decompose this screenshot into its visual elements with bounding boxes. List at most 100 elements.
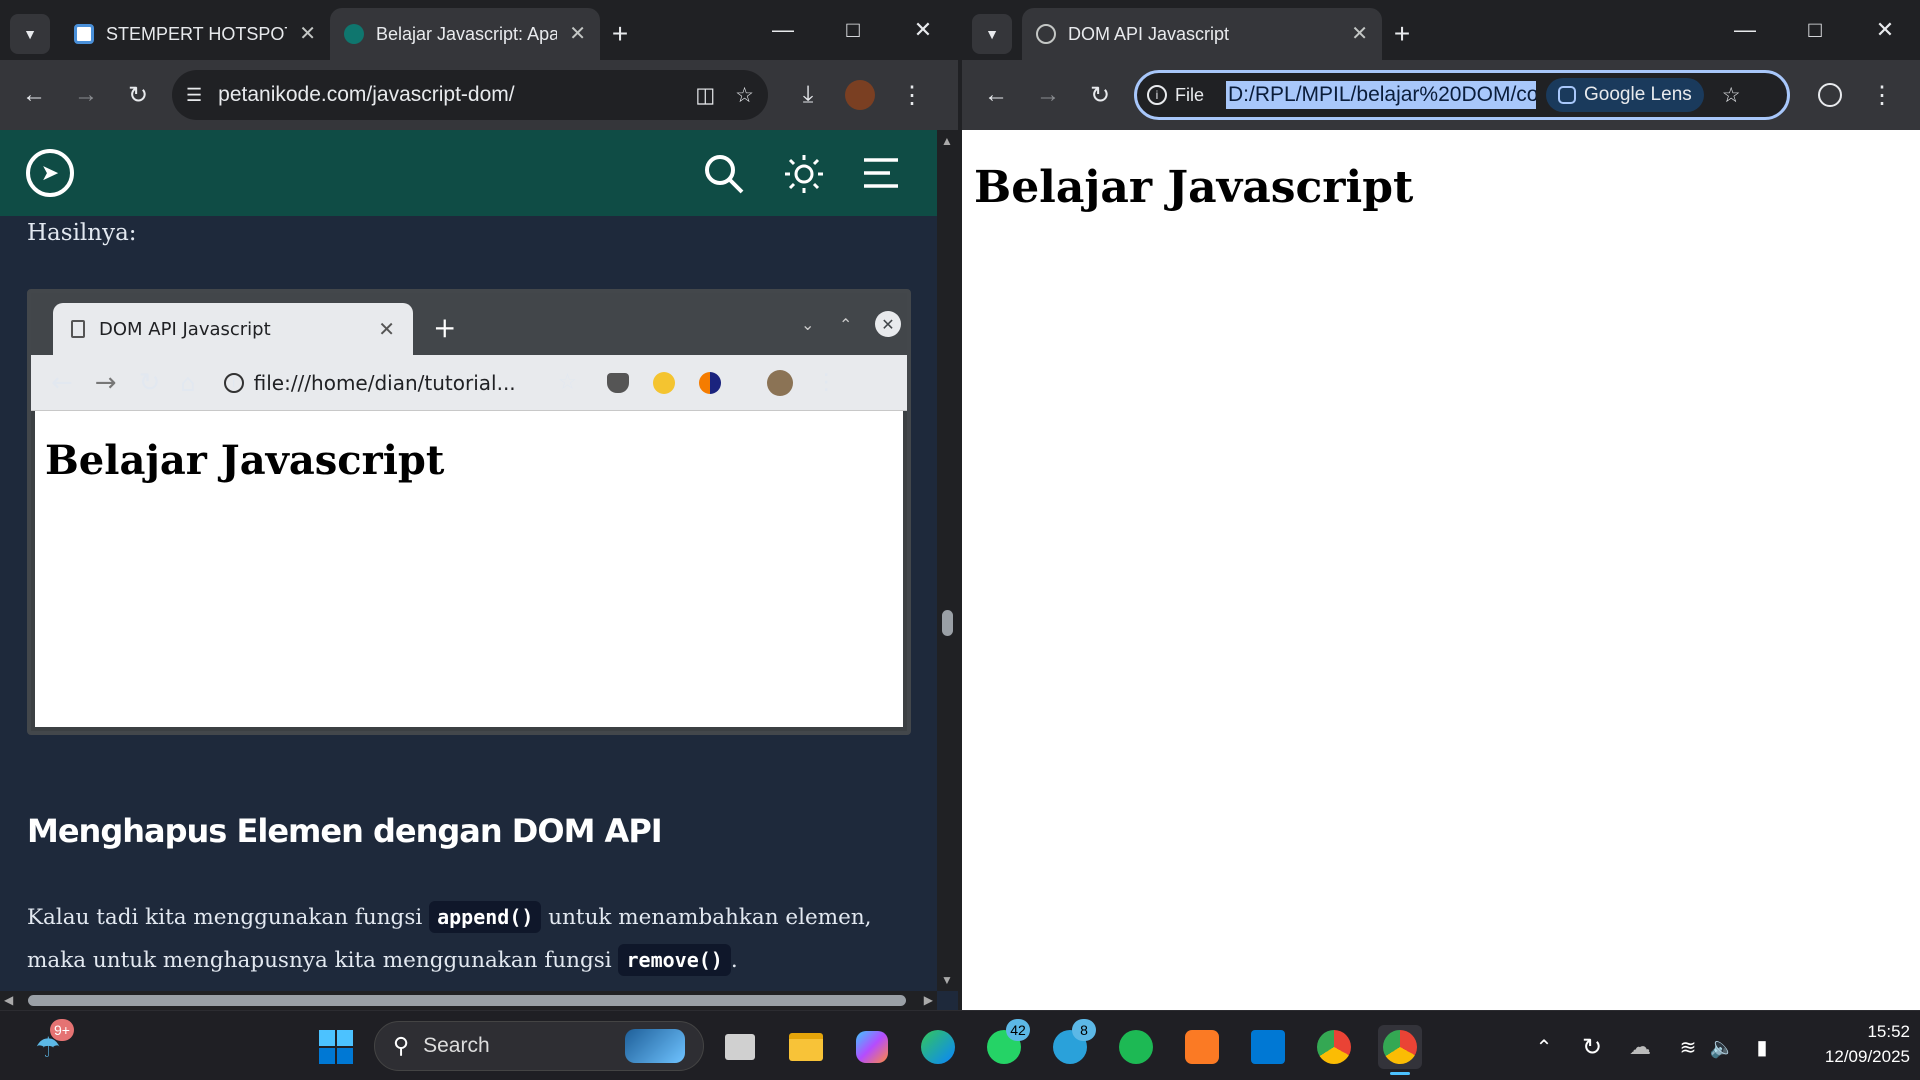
address-bar[interactable]: ☰ petanikode.com/javascript-dom/ ◫ ☆ — [172, 70, 768, 120]
site-info-chip[interactable]: File — [1175, 85, 1204, 106]
google-lens-chip[interactable]: Google Lens — [1546, 78, 1704, 112]
scroll-right-arrow-icon[interactable]: ▶ — [924, 993, 933, 1007]
tab-stempert-hotspot[interactable]: STEMPERT HOTSPOT ✕ — [60, 8, 330, 60]
site-settings-icon[interactable]: ☰ — [186, 85, 202, 106]
minimize-icon[interactable]: — — [1710, 17, 1780, 43]
close-icon[interactable]: ✕ — [569, 24, 586, 44]
profile-icon[interactable] — [1804, 69, 1856, 121]
more-menu-icon[interactable]: ⋮ — [886, 69, 938, 121]
show-hidden-icons-chevron-up-icon[interactable]: ⌃ — [1522, 1025, 1566, 1069]
bookmark-star-icon[interactable]: ☆ — [735, 83, 754, 108]
plus-icon: + — [433, 311, 457, 344]
chevron-down-icon: ▼ — [985, 26, 999, 42]
edge-icon[interactable] — [916, 1025, 960, 1069]
chevron-down-icon: ▼ — [23, 26, 37, 42]
horizontal-scrollbar[interactable]: ◀ ▶ — [0, 991, 937, 1010]
close-icon: ✕ — [378, 317, 395, 341]
browser-toolbar: ← → ↻ i File D:/RPL/MPIL/belajar%20DOM/c… — [962, 60, 1920, 130]
scroll-left-arrow-icon[interactable]: ◀ — [4, 993, 13, 1007]
star-icon: ☆ — [557, 370, 578, 395]
mockup-heading: Belajar Javascript — [45, 437, 445, 484]
scroll-thumb[interactable] — [28, 995, 906, 1006]
more-menu-icon: ⋮ — [815, 370, 838, 395]
more-menu-icon[interactable]: ⋮ — [1856, 69, 1908, 121]
start-button[interactable] — [314, 1025, 358, 1069]
mockup-url: file:///home/dian/tutorial... — [253, 370, 516, 395]
new-tab-button[interactable]: + — [600, 8, 640, 60]
file-explorer-icon[interactable] — [784, 1025, 828, 1069]
scroll-thumb[interactable] — [942, 610, 953, 636]
onedrive-cloud-icon[interactable]: ☁ — [1618, 1025, 1662, 1069]
weather-widget[interactable]: ☂ 9+ — [26, 1019, 74, 1069]
battery-icon[interactable]: ▮ — [1740, 1025, 1784, 1069]
url-text[interactable]: petanikode.com/javascript-dom/ — [218, 83, 695, 107]
vertical-scrollbar[interactable]: ▲ ▼ — [937, 130, 958, 991]
volume-icon[interactable]: 🔈 — [1700, 1025, 1744, 1069]
download-icon[interactable]: ⤓ — [782, 69, 834, 121]
address-bar[interactable]: i File D:/RPL/MPIL/belajar%20DOM/co Goog… — [1134, 70, 1790, 120]
paragraph-text: . — [730, 948, 738, 973]
result-screenshot: DOM API Javascript ✕ + ⌄ ⌃ ✕ ← → ↻ ⌂ i f… — [27, 289, 911, 735]
globe-icon — [1036, 24, 1056, 44]
forward-icon[interactable]: → — [1022, 69, 1074, 121]
minimize-icon[interactable]: — — [748, 17, 818, 43]
chevron-down-icon: ⌄ — [801, 315, 815, 334]
whatsapp-badge: 42 — [1006, 1019, 1030, 1041]
forward-icon[interactable]: → — [60, 69, 112, 121]
bookmark-star-icon[interactable]: ☆ — [1722, 83, 1741, 108]
maximize-icon[interactable]: □ — [1780, 17, 1850, 43]
chrome-active-icon[interactable] — [1378, 1025, 1422, 1075]
hamburger-menu-icon[interactable] — [862, 156, 900, 190]
clock-time: 15:52 — [1867, 1022, 1910, 1041]
spotify-icon[interactable] — [1114, 1025, 1158, 1069]
scroll-up-arrow-icon[interactable]: ▲ — [941, 134, 953, 148]
weather-badge: 9+ — [50, 1019, 74, 1041]
clock[interactable]: 15:52 12/09/2025 — [1790, 1019, 1910, 1069]
close-window-icon[interactable]: ✕ — [888, 17, 958, 43]
task-view-icon[interactable] — [718, 1025, 762, 1069]
sync-icon[interactable]: ↻ — [1570, 1025, 1614, 1069]
search-icon[interactable] — [702, 152, 746, 196]
maximize-icon[interactable]: □ — [818, 17, 888, 43]
back-icon[interactable]: ← — [970, 69, 1022, 121]
xampp-icon[interactable] — [1180, 1025, 1224, 1069]
tab-search-button[interactable]: ▼ — [972, 14, 1012, 54]
search-box[interactable]: ⚲ Search — [374, 1021, 704, 1071]
url-text-selected[interactable]: D:/RPL/MPIL/belajar%20DOM/co — [1226, 81, 1537, 109]
whatsapp-icon[interactable]: 42 — [982, 1019, 1030, 1069]
windows-logo-icon — [319, 1030, 353, 1064]
tab-label: STEMPERT HOTSPOT — [106, 23, 288, 44]
article-paragraph: Kalau tadi kita menggunakan fungsi appen… — [27, 896, 907, 982]
close-window-icon[interactable]: ✕ — [1850, 17, 1920, 43]
new-tab-button[interactable]: + — [1382, 8, 1422, 60]
reload-icon[interactable]: ↻ — [1074, 69, 1126, 121]
scroll-down-arrow-icon[interactable]: ▼ — [941, 973, 953, 987]
tab-belajar-javascript[interactable]: Belajar Javascript: Apa ✕ — [330, 8, 600, 60]
profile-avatar[interactable] — [834, 69, 886, 121]
emoji-extension-icon — [653, 371, 676, 394]
mockup-tab-strip: DOM API Javascript ✕ + ⌄ ⌃ ✕ — [31, 293, 907, 355]
vscode-icon[interactable] — [1246, 1025, 1290, 1069]
close-circle-icon: ✕ — [875, 311, 901, 337]
install-app-icon[interactable]: ◫ — [695, 83, 715, 108]
telegram-icon[interactable]: 8 — [1048, 1019, 1096, 1069]
copilot-icon[interactable] — [850, 1025, 894, 1069]
reload-icon[interactable]: ↻ — [112, 69, 164, 121]
petanikode-logo[interactable]: ➤ — [26, 149, 74, 197]
close-icon[interactable]: ✕ — [299, 24, 316, 44]
reload-icon: ↻ — [138, 367, 161, 398]
close-icon[interactable]: ✕ — [1351, 24, 1368, 44]
tab-label: Belajar Javascript: Apa — [376, 23, 558, 44]
inline-code-remove: remove() — [618, 944, 731, 976]
info-icon[interactable]: i — [1147, 85, 1167, 105]
card-icon — [74, 24, 94, 44]
back-icon[interactable]: ← — [8, 69, 60, 121]
theme-toggle-icon[interactable] — [782, 152, 826, 196]
active-indicator — [1390, 1072, 1410, 1075]
chrome-profile-icon[interactable] — [1312, 1025, 1356, 1069]
tab-dom-api-javascript[interactable]: DOM API Javascript ✕ — [1022, 8, 1382, 60]
info-icon: i — [223, 372, 244, 393]
tab-search-button[interactable]: ▼ — [10, 14, 50, 54]
mockup-page: Belajar Javascript — [35, 411, 903, 727]
dolphin-search-highlight-icon — [625, 1029, 685, 1063]
